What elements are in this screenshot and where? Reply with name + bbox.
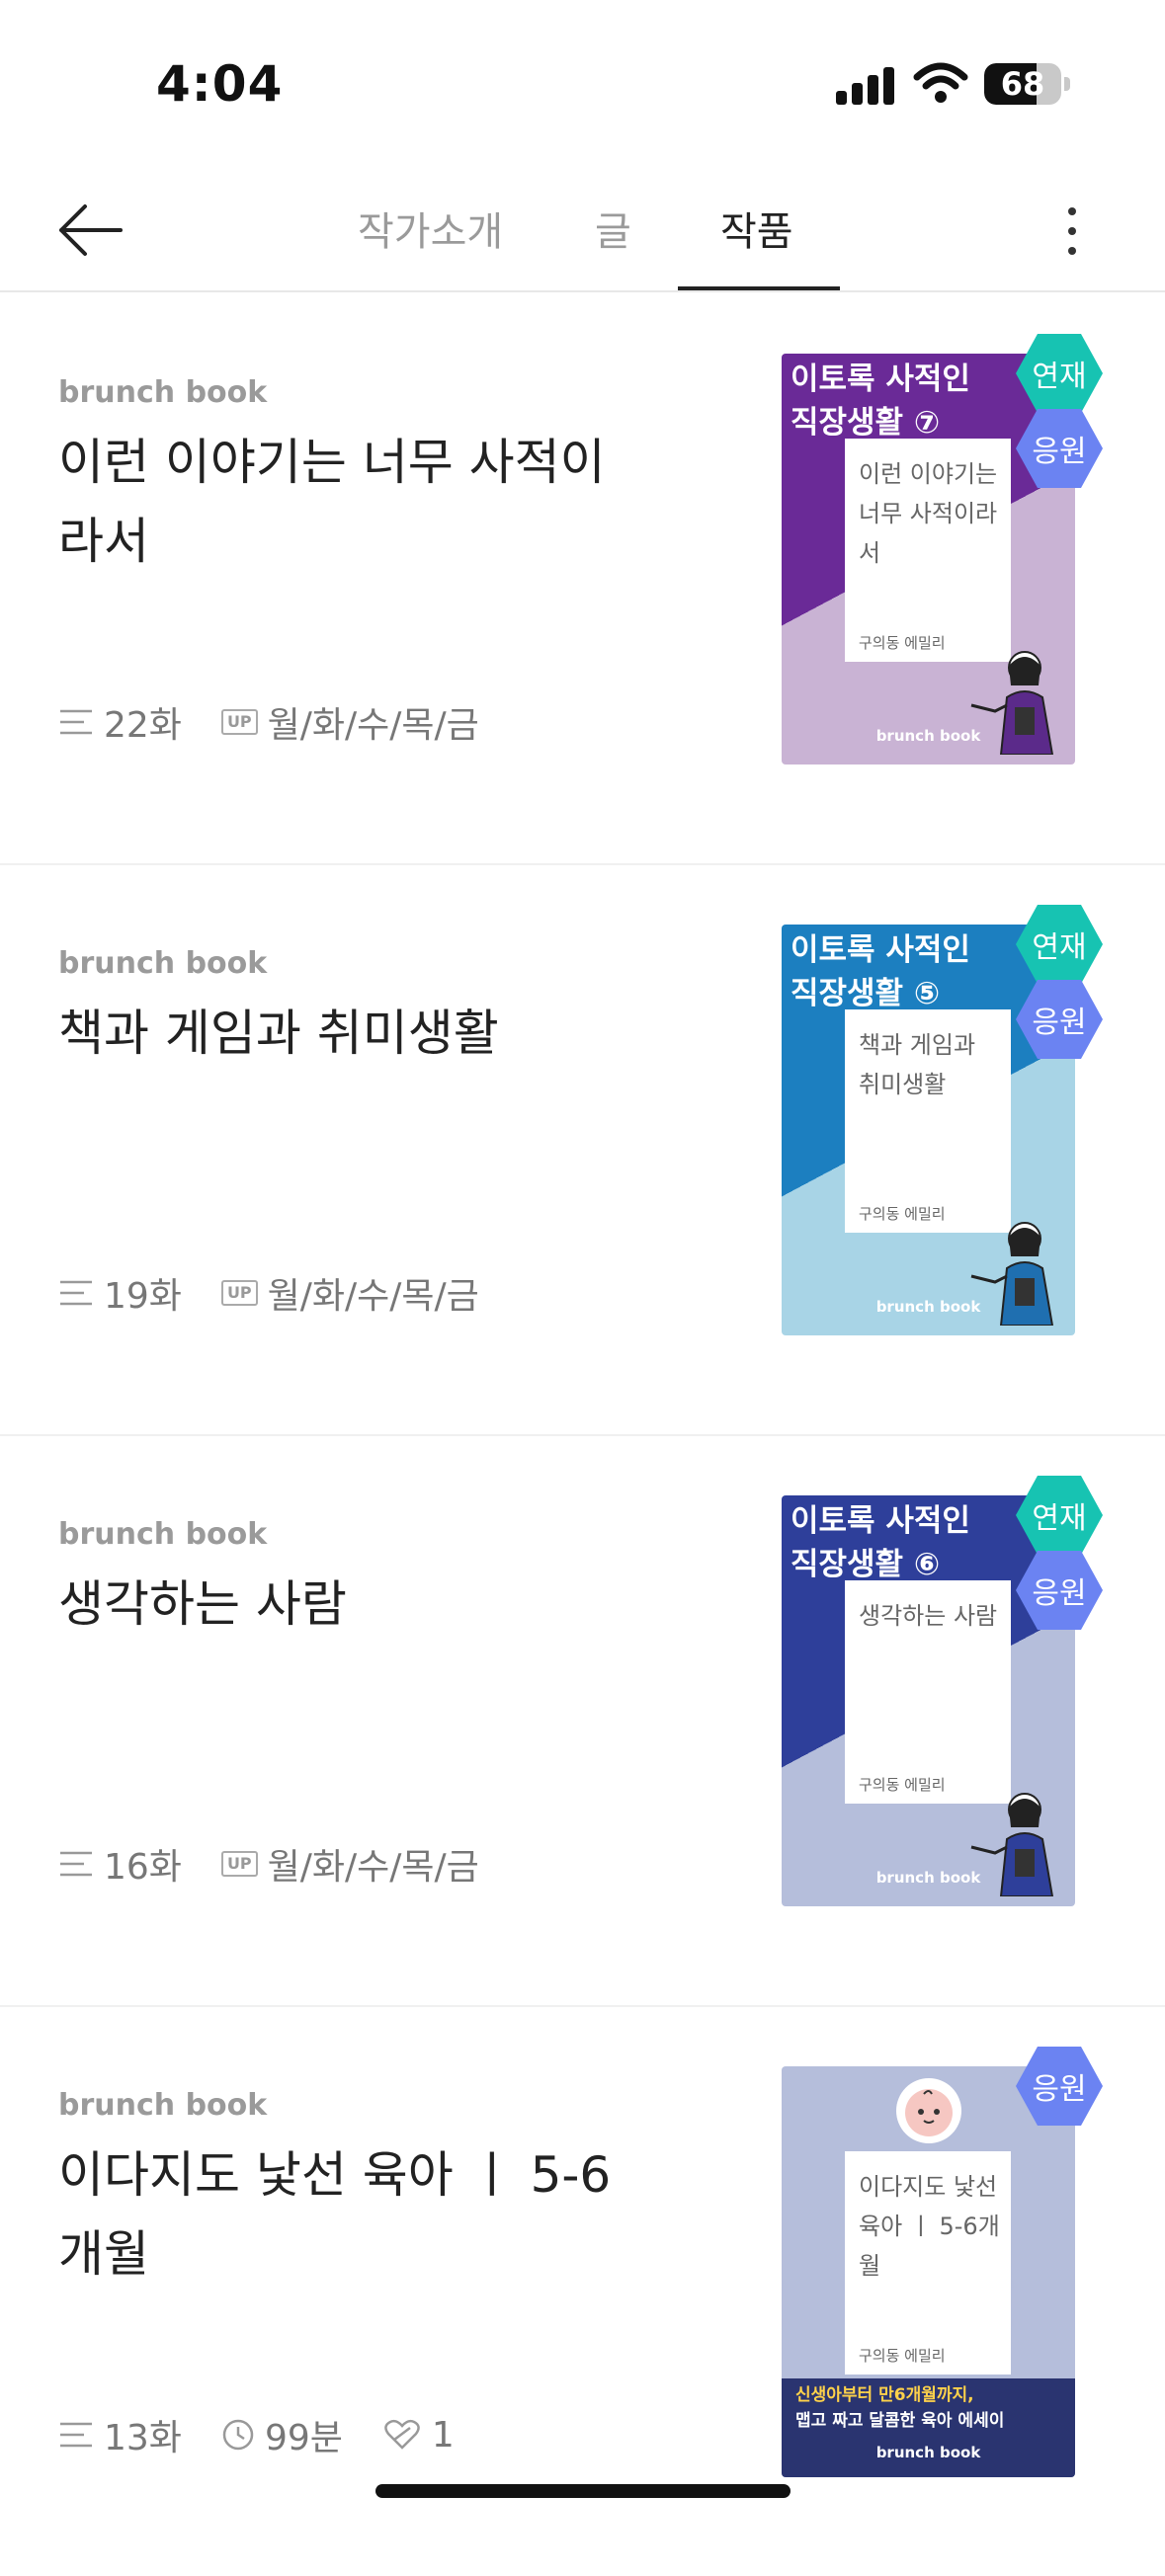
status-bar: 4:04 68	[0, 0, 1165, 168]
book-cover[interactable]: 이토록 사적인 직장생활 ⑥ 생각하는 사람 구의동 에밀리 brunch bo…	[782, 1495, 1075, 1906]
episode-list-icon	[60, 1280, 92, 1306]
cover-title: 책과 게임과 취미생활	[859, 1031, 976, 1098]
book-label: brunch book	[58, 2088, 268, 2123]
home-indicator[interactable]	[375, 2484, 791, 2498]
book-meta: 22화 UP 월/화/수/목/금	[58, 697, 519, 747]
episode-count: 13화	[104, 2418, 182, 2458]
cover-header: 이토록 사적인 직장생활 ⑦	[791, 362, 970, 441]
publish-schedule: 월/화/수/목/금	[267, 1847, 479, 1888]
up-badge: UP	[220, 1851, 258, 1877]
like-count: 1	[431, 2414, 455, 2455]
cover-tagline: 신생아부터 만6개월까지, 맵고 짜고 달콤한 육아 에세이	[795, 2385, 1005, 2431]
battery-icon: 68	[984, 63, 1061, 105]
cover-title: 생각하는 사람	[859, 1602, 998, 1630]
episode-count: 22화	[104, 705, 182, 746]
cover-card: 이런 이야기는 너무 사적이라서 구의동 에밀리	[845, 439, 1011, 662]
episode-count: 19화	[104, 1276, 182, 1317]
cover-author: 구의동 에밀리	[859, 1776, 946, 1794]
cover-brand: brunch book	[875, 1869, 981, 1887]
cover-title: 이런 이야기는 너무 사적이라서	[859, 460, 998, 567]
battery-cap	[1064, 77, 1070, 91]
cover-card: 이다지도 낯선 육아 ㅣ 5-6개월 구의동 에밀리	[845, 2151, 1011, 2375]
clock-icon	[222, 2419, 254, 2451]
cover-author: 구의동 에밀리	[859, 634, 946, 652]
baby-face-icon	[896, 2078, 961, 2143]
publish-schedule: 월/화/수/목/금	[267, 705, 479, 746]
top-nav: 작가소개 글 작품	[0, 168, 1165, 292]
book-cover[interactable]: 이토록 사적인 직장생활 ⑦ 이런 이야기는 너무 사적이라서 구의동 에밀리 …	[782, 354, 1075, 765]
book-title[interactable]: 책과 게임과 취미생활	[58, 994, 612, 1073]
episode-count: 16화	[104, 1847, 182, 1888]
cellular-signal-icon	[836, 65, 895, 105]
cover-card: 생각하는 사람 구의동 에밀리	[845, 1580, 1011, 1804]
cover-header: 이토록 사적인 직장생활 ⑥	[791, 1503, 970, 1582]
tab-works[interactable]: 작품	[720, 200, 793, 257]
episode-list-icon	[60, 1851, 92, 1877]
tab-author-intro[interactable]: 작가소개	[358, 200, 503, 257]
publish-schedule: 월/화/수/목/금	[267, 1276, 479, 1317]
book-label: brunch book	[58, 946, 268, 981]
cover-header: 이토록 사적인 직장생활 ⑤	[791, 932, 970, 1011]
cover-footer: 신생아부터 만6개월까지, 맵고 짜고 달콤한 육아 에세이 brunch bo…	[782, 2378, 1075, 2477]
status-time: 4:04	[156, 55, 284, 113]
book-cover[interactable]: 이다지도 낯선 육아 ㅣ 5-6개월 구의동 에밀리 신생아부터 만6개월까지,…	[782, 2066, 1075, 2477]
book-meta: 19화 UP 월/화/수/목/금	[58, 1268, 519, 1318]
active-tab-underline	[678, 286, 840, 290]
book-meta: 13화 99분 1	[58, 2410, 494, 2459]
book-title[interactable]: 이런 이야기는 너무 사적이라서	[58, 423, 612, 581]
tab-posts[interactable]: 글	[595, 200, 631, 257]
battery-percent: 68	[1000, 65, 1045, 103]
book-label: brunch book	[58, 375, 268, 410]
book-meta: 16화 UP 월/화/수/목/금	[58, 1839, 519, 1889]
book-item[interactable]: brunch book 생각하는 사람 16화 UP 월/화/수/목/금 이토록…	[0, 1434, 1165, 2007]
wifi-icon	[913, 62, 968, 103]
book-label: brunch book	[58, 1517, 268, 1552]
back-arrow-icon[interactable]	[55, 196, 125, 265]
reading-time: 99분	[264, 2418, 343, 2458]
cover-author: 구의동 에밀리	[859, 1205, 946, 1223]
book-title[interactable]: 생각하는 사람	[58, 1565, 612, 1644]
episode-list-icon	[60, 2422, 92, 2448]
more-options-icon[interactable]	[1057, 194, 1087, 269]
book-cover[interactable]: 이토록 사적인 직장생활 ⑤ 책과 게임과 취미생활 구의동 에밀리 brunc…	[782, 925, 1075, 1335]
like-icon	[384, 2419, 420, 2450]
cover-brand: brunch book	[875, 2444, 981, 2461]
book-item[interactable]: brunch book 이런 이야기는 너무 사적이라서 22화 UP 월/화/…	[0, 292, 1165, 865]
book-title[interactable]: 이다지도 낯선 육아 ㅣ 5-6개월	[58, 2135, 612, 2294]
episode-list-icon	[60, 709, 92, 735]
book-item[interactable]: brunch book 책과 게임과 취미생활 19화 UP 월/화/수/목/금…	[0, 863, 1165, 1436]
up-badge: UP	[220, 709, 258, 735]
cover-title: 이다지도 낯선 육아 ㅣ 5-6개월	[859, 2173, 1000, 2280]
up-badge: UP	[220, 1280, 258, 1306]
cover-card: 책과 게임과 취미생활 구의동 에밀리	[845, 1009, 1011, 1233]
cover-brand: brunch book	[875, 727, 981, 745]
cover-brand: brunch book	[875, 1298, 981, 1316]
cover-author: 구의동 에밀리	[859, 2347, 946, 2365]
